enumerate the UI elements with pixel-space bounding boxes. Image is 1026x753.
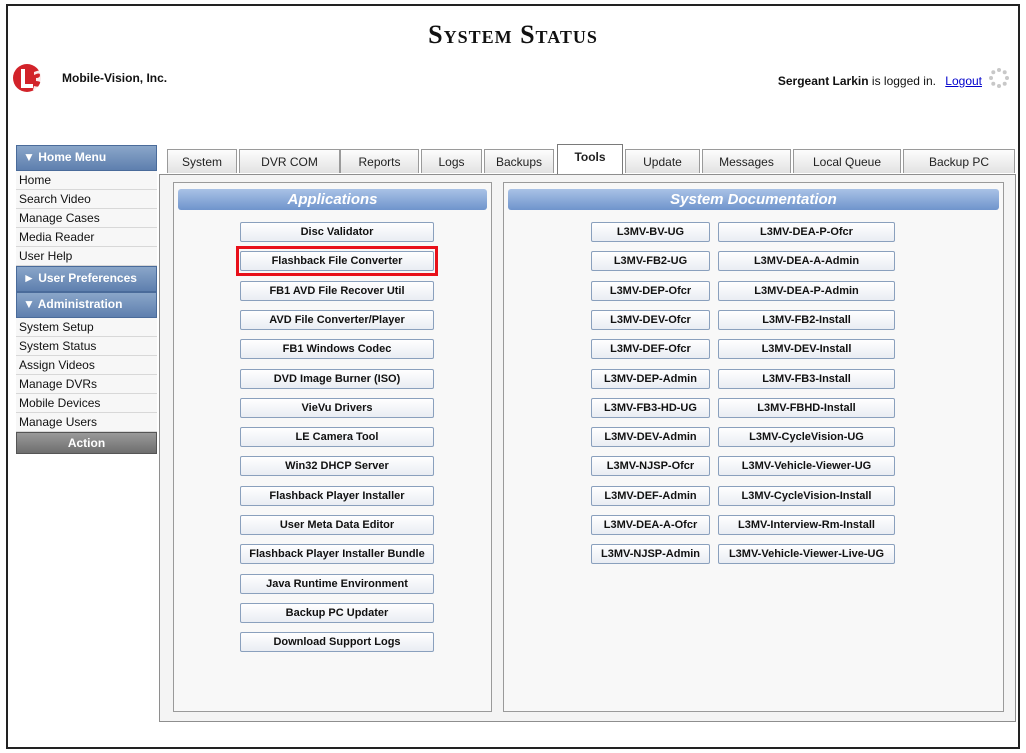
sidebar-item-home[interactable]: Home xyxy=(16,171,157,190)
doc-button-l3mv-cyclevision-ug[interactable]: L3MV-CycleVision-UG xyxy=(718,427,895,448)
tab-dvr-com[interactable]: DVR COM xyxy=(239,149,340,173)
doc-button-l3mv-dep-admin[interactable]: L3MV-DEP-Admin xyxy=(591,368,710,389)
doc-button-l3mv-cyclevision-install[interactable]: L3MV-CycleVision-Install xyxy=(718,485,895,506)
tab-tools[interactable]: Tools xyxy=(557,144,623,175)
doc-button-l3mv-fb3-install[interactable]: L3MV-FB3-Install xyxy=(718,368,895,389)
doc-button-l3mv-fb3-hd-ug[interactable]: L3MV-FB3-HD-UG xyxy=(591,397,710,418)
company-logo: Mobile-Vision, Inc. xyxy=(12,60,167,96)
logged-in-user: Sergeant Larkin xyxy=(777,74,869,88)
doc-button-l3mv-dev-ofcr[interactable]: L3MV-DEV-Ofcr xyxy=(591,309,710,330)
app-button-le-camera-tool[interactable]: LE Camera Tool xyxy=(240,427,434,448)
app-button-java-runtime-environment[interactable]: Java Runtime Environment xyxy=(240,573,434,594)
documentation-panel: System Documentation L3MV-BV-UG L3MV-FB2-… xyxy=(503,182,1004,712)
doc-button-l3mv-bv-ug[interactable]: L3MV-BV-UG xyxy=(591,222,710,242)
sidebar-item-mobile-devices[interactable]: Mobile Devices xyxy=(16,394,157,413)
doc-button-l3mv-njsp-admin[interactable]: L3MV-NJSP-Admin xyxy=(591,544,710,565)
doc-button-l3mv-dea-p-admin[interactable]: L3MV-DEA-P-Admin xyxy=(718,280,895,301)
tab-system[interactable]: System xyxy=(167,149,237,173)
doc-button-l3mv-dep-ofcr[interactable]: L3MV-DEP-Ofcr xyxy=(591,280,710,301)
tab-backups[interactable]: Backups xyxy=(484,149,554,173)
app-button-fb1-avd-file-recover-util[interactable]: FB1 AVD File Recover Util xyxy=(240,280,434,301)
doc-button-l3mv-dea-p-ofcr[interactable]: L3MV-DEA-P-Ofcr xyxy=(718,222,895,242)
doc-button-l3mv-dea-a-admin[interactable]: L3MV-DEA-A-Admin xyxy=(718,251,895,272)
sidebar-home-menu-header[interactable]: ▼ Home Menu xyxy=(16,145,157,171)
sidebar-item-manage-dvrs[interactable]: Manage DVRs xyxy=(16,375,157,394)
sidebar-user-preferences-header[interactable]: ► User Preferences xyxy=(16,266,157,292)
doc-button-l3mv-njsp-ofcr[interactable]: L3MV-NJSP-Ofcr xyxy=(591,456,710,477)
documentation-header: System Documentation xyxy=(508,189,999,210)
page-title: System Status xyxy=(428,20,598,49)
sidebar-item-assign-videos[interactable]: Assign Videos xyxy=(16,356,157,375)
app-button-fb1-windows-codec[interactable]: FB1 Windows Codec xyxy=(240,339,434,360)
doc-button-l3mv-interview-rm-install[interactable]: L3MV-Interview-Rm-Install xyxy=(718,515,895,535)
sidebar-item-media-reader[interactable]: Media Reader xyxy=(16,228,157,247)
app-button-win32-dhcp-server[interactable]: Win32 DHCP Server xyxy=(240,456,434,477)
applications-header: Applications xyxy=(178,189,487,210)
sidebar: ▼ Home Menu Home Search Video Manage Cases… xyxy=(16,145,157,454)
app-button-disc-validator[interactable]: Disc Validator xyxy=(240,222,434,242)
tab-local-queue[interactable]: Local Queue xyxy=(793,149,901,173)
company-name: Mobile-Vision, Inc. xyxy=(62,71,168,85)
app-button-avd-file-converter-player[interactable]: AVD File Converter/Player xyxy=(240,309,434,330)
doc-button-l3mv-vehicle-viewer-ug[interactable]: L3MV-Vehicle-Viewer-UG xyxy=(718,456,895,477)
doc-button-l3mv-fbhd-install[interactable]: L3MV-FBHD-Install xyxy=(718,397,895,418)
doc-button-l3mv-fb2-ug[interactable]: L3MV-FB2-UG xyxy=(591,251,710,272)
doc-button-l3mv-def-admin[interactable]: L3MV-DEF-Admin xyxy=(591,485,710,506)
tools-content: Applications Disc Validator Flashback Fil… xyxy=(159,174,1016,722)
app-button-vievu-drivers[interactable]: VieVu Drivers xyxy=(240,397,434,418)
login-status: Sergeant Larkin is logged in. Logout xyxy=(778,74,982,88)
sidebar-item-search-video[interactable]: Search Video xyxy=(16,190,157,209)
app-button-flashback-player-installer[interactable]: Flashback Player Installer xyxy=(240,485,434,506)
tab-bar: System DVR COM Reports Logs Backups Tools Upda… xyxy=(159,144,1017,175)
doc-button-l3mv-fb2-install[interactable]: L3MV-FB2-Install xyxy=(718,309,895,330)
tab-reports[interactable]: Reports xyxy=(340,149,419,173)
sidebar-item-system-status[interactable]: System Status xyxy=(16,337,157,356)
app-button-flashback-file-converter[interactable]: Flashback File Converter xyxy=(240,251,434,272)
tab-logs[interactable]: Logs xyxy=(421,149,482,173)
app-button-user-meta-data-editor[interactable]: User Meta Data Editor xyxy=(240,515,434,535)
sidebar-administration-header[interactable]: ▼ Administration xyxy=(16,292,157,318)
logout-link[interactable]: Logout xyxy=(945,74,982,88)
logged-in-text: is logged in. xyxy=(871,74,936,88)
app-button-flashback-player-installer-bundle[interactable]: Flashback Player Installer Bundle xyxy=(240,544,434,565)
doc-button-l3mv-dev-admin[interactable]: L3MV-DEV-Admin xyxy=(591,427,710,448)
loading-spinner-icon xyxy=(988,67,1010,94)
doc-button-l3mv-dea-a-ofcr[interactable]: L3MV-DEA-A-Ofcr xyxy=(591,515,710,535)
sidebar-item-system-setup[interactable]: System Setup xyxy=(16,318,157,337)
sidebar-item-manage-users[interactable]: Manage Users xyxy=(16,413,157,432)
tab-update[interactable]: Update xyxy=(625,149,700,173)
tab-messages[interactable]: Messages xyxy=(702,149,791,173)
doc-button-l3mv-def-ofcr[interactable]: L3MV-DEF-Ofcr xyxy=(591,339,710,360)
sidebar-action-header: Action xyxy=(16,432,157,454)
tab-backup-pc[interactable]: Backup PC xyxy=(903,149,1015,173)
l3-logo-icon xyxy=(12,60,58,96)
applications-panel: Applications Disc Validator Flashback Fil… xyxy=(173,182,492,712)
doc-button-l3mv-vehicle-viewer-live-ug[interactable]: L3MV-Vehicle-Viewer-Live-UG xyxy=(718,544,895,565)
sidebar-item-user-help[interactable]: User Help xyxy=(16,247,157,266)
sidebar-item-manage-cases[interactable]: Manage Cases xyxy=(16,209,157,228)
app-button-backup-pc-updater[interactable]: Backup PC Updater xyxy=(240,602,434,623)
app-button-download-support-logs[interactable]: Download Support Logs xyxy=(240,632,434,653)
doc-button-l3mv-dev-install[interactable]: L3MV-DEV-Install xyxy=(718,339,895,360)
app-button-dvd-image-burner-iso-[interactable]: DVD Image Burner (ISO) xyxy=(240,368,434,389)
